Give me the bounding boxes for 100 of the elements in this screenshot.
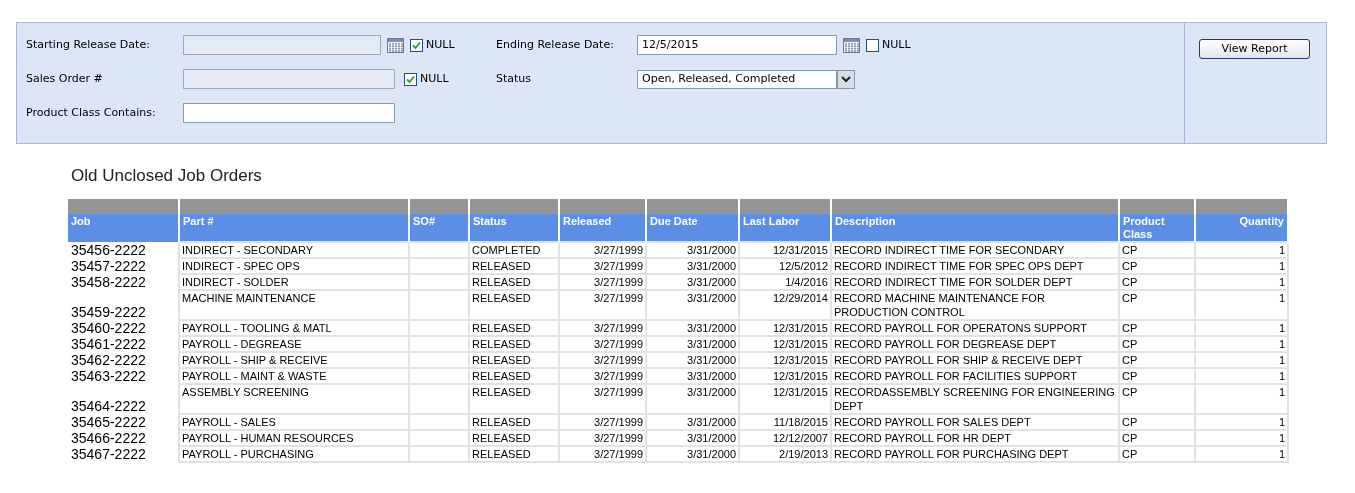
table-cell: CP [1122,369,1138,382]
job-number: 35465-2222 [71,413,146,430]
table-cell: PAYROLL - TOOLING & MATL [182,321,332,334]
table-cell: RECORD PAYROLL FOR SALES DEPT [834,415,1031,428]
table-cell: RELEASED [472,431,531,444]
field-label: Starting Release Date: [26,36,151,53]
table-cell: 3/27/1999 [594,259,643,272]
table-cell: 12/31/2015 [772,385,828,398]
table-cell: RECORD PAYROLL FOR DEGREASE DEPT [834,337,1057,350]
text-field[interactable] [183,69,395,89]
table-cell: 1 [1278,415,1285,428]
table-cell: RELEASED [472,275,531,288]
job-number: 35466-2222 [71,429,146,446]
table-cell: 1 [1278,243,1285,256]
job-number: 35459-2222 [71,303,146,320]
job-number: 35463-2222 [71,367,146,384]
table-cell: CP [1122,353,1138,366]
table-cell: 11/18/2015 [773,415,828,428]
table-cell: 1/4/2016 [785,275,828,288]
job-number: 35460-2222 [71,319,146,336]
table-cell: 12/31/2015 [772,243,828,256]
job-number: 35462-2222 [71,351,146,368]
table-cell: 3/27/1999 [594,385,643,398]
table-cell: 2/19/2013 [779,447,828,460]
null-label: NULL [426,36,455,53]
table-cell: 3/31/2000 [687,431,736,444]
table-cell: 12/31/2015 [772,369,828,382]
table-cell: RECORD INDIRECT TIME FOR SECONDARY [834,243,1065,256]
calendar-icon[interactable] [843,37,860,53]
column-header: Job [67,213,179,242]
table-cell: 3/31/2000 [687,385,736,398]
column-header: Description [831,213,1119,242]
table-cell: RECORD PAYROLL FOR OPERATONS SUPPORT [834,321,1087,334]
table-cell: RELEASED [472,337,531,350]
table-cell: PAYROLL - DEGREASE [182,337,302,350]
column-header: Part # [179,213,409,242]
table-cell: 3/31/2000 [687,447,736,460]
table-cell: 3/27/1999 [594,337,643,350]
table-cell: PAYROLL - PURCHASING [182,447,314,460]
table-cell: 12/31/2015 [772,337,828,350]
view-report-button[interactable]: View Report [1199,39,1310,60]
dropdown-value: Open, Released, Completed [642,70,796,87]
table-cell: RECORDASSEMBLY SCREENING FOR ENGINEERING DEPT [834,385,1115,412]
null-checkbox[interactable] [410,38,423,52]
table-cell: PAYROLL - HUMAN RESOURCES [182,431,354,444]
table-cell: 3/31/2000 [687,353,736,366]
table-cell: 3/27/1999 [594,275,643,288]
table-cell: PAYROLL - SHIP & RECEIVE [182,353,328,366]
field-label: Sales Order # [26,70,104,87]
table-cell: 3/27/1999 [594,415,643,428]
table-cell: RECORD PAYROLL FOR HR DEPT [834,431,1012,444]
null-checkbox[interactable] [866,38,879,52]
table-cell: CP [1122,243,1138,256]
table-cell: RELEASED [472,369,531,382]
column-header: Status [469,213,559,242]
table-cell: RELEASED [472,385,531,398]
text-field[interactable] [183,103,395,123]
null-checkbox[interactable] [404,72,417,86]
table-cell: 12/31/2015 [772,353,828,366]
report-title: Old Unclosed Job Orders [71,165,263,187]
table-cell: 3/31/2000 [687,369,736,382]
table-cell: RECORD INDIRECT TIME FOR SPEC OPS DEPT [834,259,1084,272]
job-number: 35461-2222 [71,335,146,352]
table-cell: 1 [1278,353,1285,366]
job-number: 35458-2222 [71,273,146,290]
table-cell: INDIRECT - SECONDARY [182,243,313,256]
column-header: Last Labor [739,213,831,242]
calendar-icon[interactable] [387,37,404,53]
table-cell: RELEASED [472,259,531,272]
table-cell: 12/5/2012 [779,259,828,272]
table-cell: RECORD PAYROLL FOR SHIP & RECEIVE DEPT [834,353,1083,366]
table-cell: CP [1122,447,1138,460]
table-cell: 3/27/1999 [594,243,643,256]
table-cell: RELEASED [472,353,531,366]
table-cell: PAYROLL - MAINT & WASTE [182,369,327,382]
table-cell: 1 [1278,321,1285,334]
table-cell: 3/27/1999 [594,321,643,334]
table-cell: 3/31/2000 [687,415,736,428]
table-cell: 3/31/2000 [687,259,736,272]
column-header: Due Date [646,213,739,242]
job-number: 35467-2222 [71,445,146,462]
table-cell: 1 [1278,337,1285,350]
date-field[interactable]: 12/5/2015 [637,35,837,55]
table-cell: RELEASED [472,291,531,304]
table-cell: CP [1122,415,1138,428]
column-header: Product Class [1119,213,1195,242]
checkmark-icon [412,40,421,50]
table-cell: RELEASED [472,447,531,460]
table-cell: RECORD INDIRECT TIME FOR SOLDER DEPT [834,275,1073,288]
field-label: Ending Release Date: [496,36,615,53]
table-cell: CP [1122,321,1138,334]
table-cell: INDIRECT - SPEC OPS [182,259,300,272]
job-number: 35457-2222 [71,257,146,274]
job-number: 35464-2222 [71,397,146,414]
table-cell: 12/12/2007 [772,431,828,444]
table-cell: RECORD PAYROLL FOR FACILITIES SUPPORT [834,369,1077,382]
table-cell: CP [1122,291,1138,304]
date-field[interactable] [183,35,381,55]
table-cell: CP [1122,385,1138,398]
table-cell: 1 [1278,291,1285,304]
